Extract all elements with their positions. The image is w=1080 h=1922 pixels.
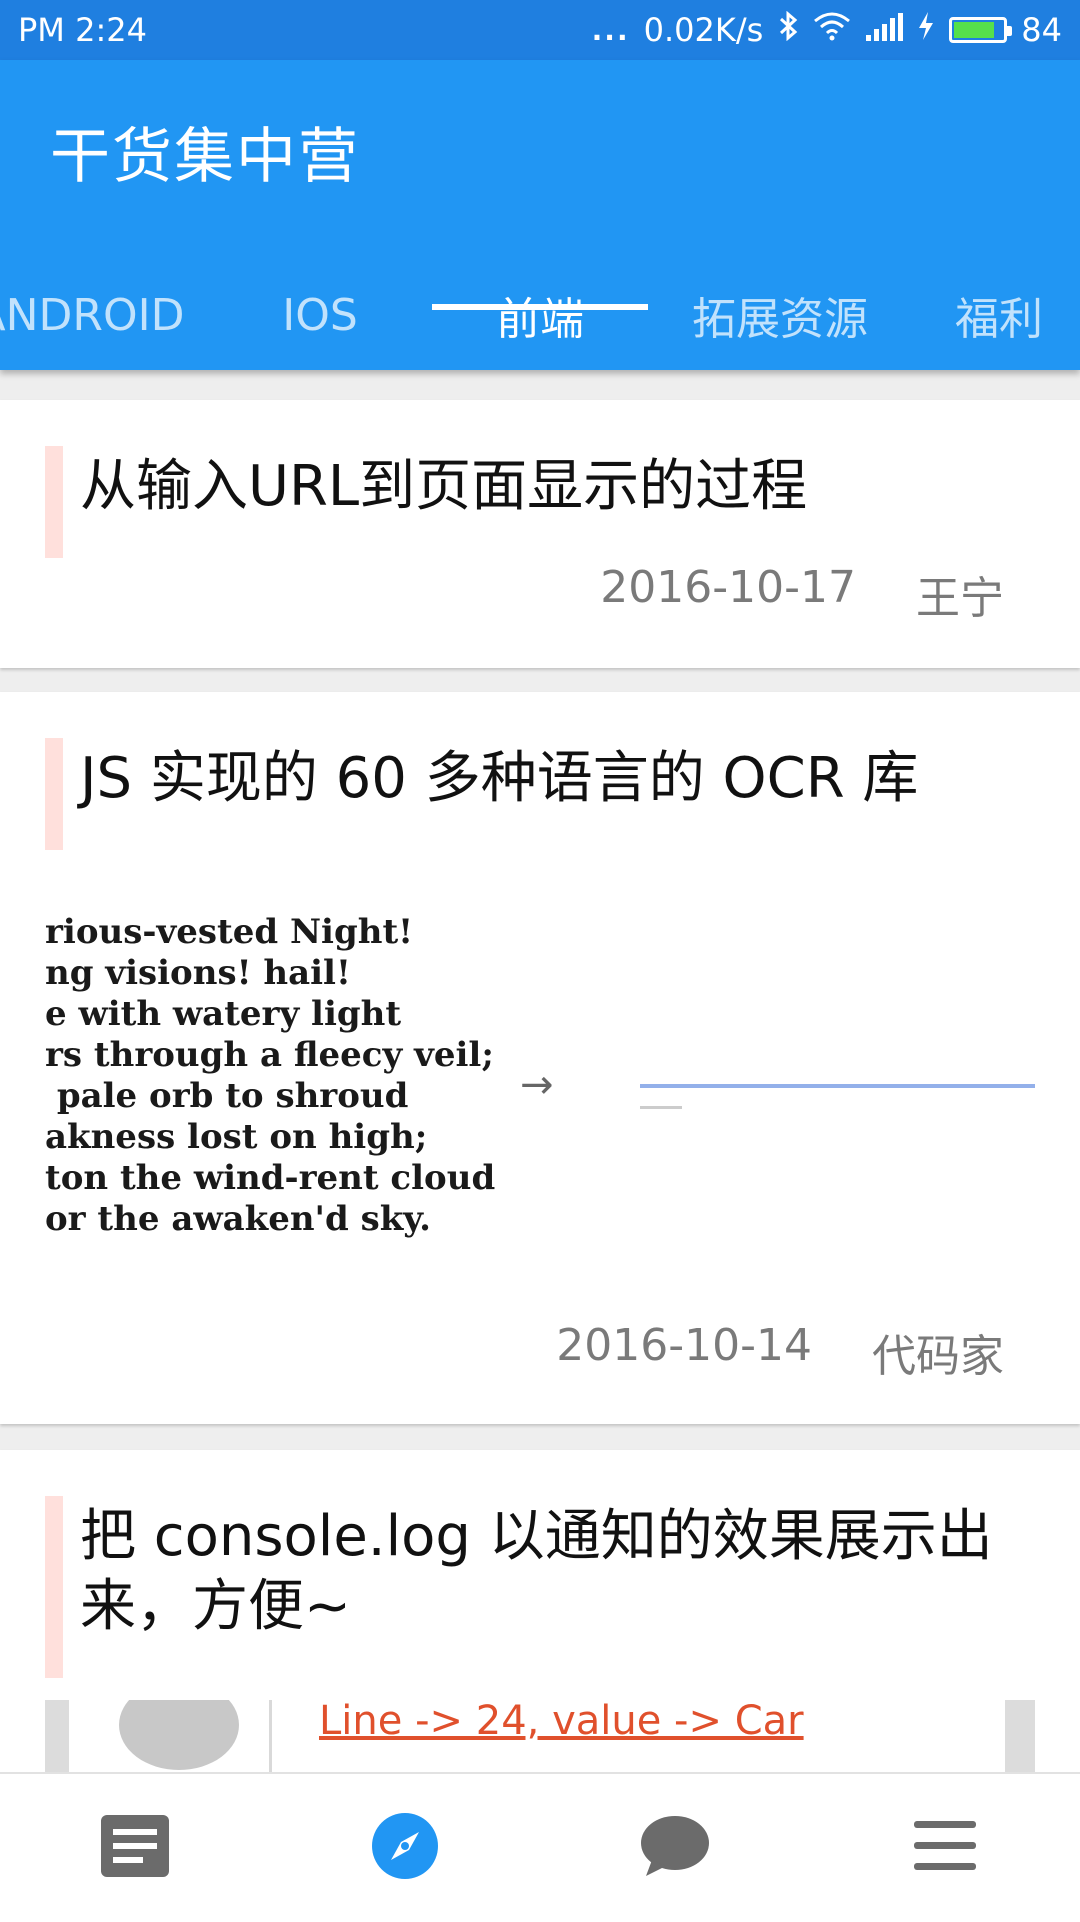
tab-ios[interactable]: IOS — [220, 260, 420, 370]
article-icon — [101, 1815, 169, 1881]
bottom-navigation — [0, 1772, 1080, 1922]
compass-icon — [371, 1812, 439, 1884]
more-dots: ... — [591, 13, 630, 47]
wifi-icon — [813, 11, 851, 49]
card-accent-bar — [45, 1496, 63, 1678]
nav-chat[interactable] — [540, 1774, 810, 1922]
article-title: 把 console.log 以通知的效果展示出来，方便~ — [80, 1504, 993, 1639]
tab-frontend[interactable]: 前端 — [432, 260, 648, 370]
article-meta: 2016-10-14 代码家 — [556, 1320, 1004, 1384]
article-meta: 2016-10-17 王宁 — [600, 562, 1004, 626]
nav-discover[interactable] — [270, 1774, 540, 1922]
article-author: 代码家 — [872, 1331, 1004, 1382]
article-title: 从输入URL到页面显示的过程 — [80, 454, 808, 519]
status-time: PM 2:24 — [18, 11, 147, 49]
tab-android[interactable]: ANDROID — [0, 260, 184, 370]
chat-icon — [640, 1815, 710, 1881]
app-title: 干货集中营 — [50, 122, 360, 192]
status-right: ... 0.02K/s 84 — [591, 10, 1062, 49]
article-date: 2016-10-14 — [556, 1320, 812, 1371]
tab-resources[interactable]: 拓展资源 — [665, 260, 895, 370]
network-speed: 0.02K/s — [643, 11, 764, 49]
ocr-output-line — [640, 1106, 682, 1109]
nav-articles[interactable] — [0, 1774, 270, 1922]
tab-active-indicator — [432, 304, 648, 310]
card-accent-bar — [45, 738, 63, 850]
article-author: 王宁 — [916, 573, 1004, 624]
card-accent-bar — [45, 446, 63, 558]
battery-icon — [949, 17, 1013, 43]
tab-welfare[interactable]: 福利 — [955, 260, 1080, 370]
ocr-output-line — [640, 1084, 1035, 1088]
nav-menu[interactable] — [810, 1774, 1080, 1922]
tab-bar: ANDROID IOS 前端 拓展资源 福利 — [0, 260, 1080, 370]
charging-icon — [917, 11, 935, 49]
speaker-icon — [119, 1700, 239, 1770]
ocr-sample-text: rious-vested Night! ng visions! hail! e … — [45, 912, 496, 1239]
app-bar: 干货集中营 ANDROID IOS 前端 拓展资源 福利 — [0, 60, 1080, 370]
article-card[interactable]: JS 实现的 60 多种语言的 OCR 库 rious-vested Night… — [0, 692, 1080, 1424]
battery-level: 84 — [1021, 11, 1062, 49]
bluetooth-icon — [777, 10, 799, 49]
signal-icon — [865, 11, 904, 49]
arrow-icon: → — [520, 1062, 554, 1108]
article-title: JS 实现的 60 多种语言的 OCR 库 — [80, 746, 919, 811]
article-card[interactable]: 从输入URL到页面显示的过程 2016-10-17 王宁 — [0, 400, 1080, 668]
status-bar: PM 2:24 ... 0.02K/s 84 — [0, 0, 1080, 60]
menu-icon — [914, 1821, 976, 1875]
article-card[interactable]: 把 console.log 以通知的效果展示出来，方便~ Line -> 24,… — [0, 1450, 1080, 1820]
article-date: 2016-10-17 — [600, 562, 856, 613]
battery-fill — [954, 22, 995, 38]
article-image[interactable]: rious-vested Night! ng visions! hail! e … — [45, 912, 1035, 1282]
console-output-text: Line -> 24, value -> Car — [319, 1700, 804, 1744]
